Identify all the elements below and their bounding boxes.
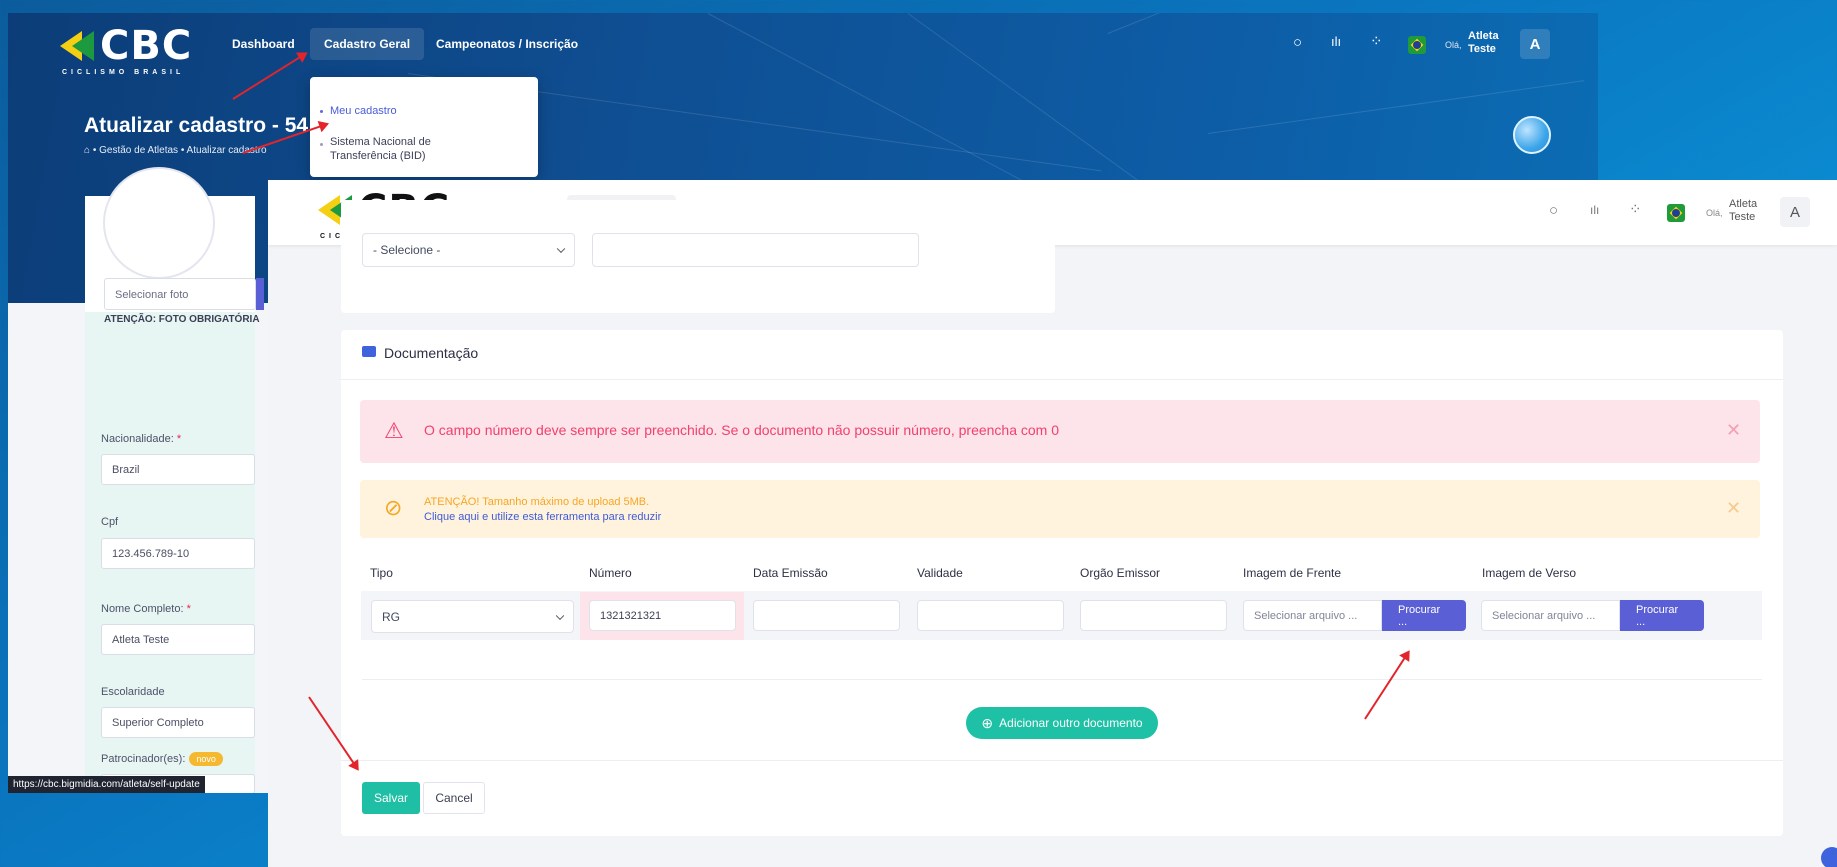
col-imagem-verso: Imagem de Verso [1482,566,1577,580]
col-data-emissao: Data Emissão [753,566,828,580]
nav-campeonatos[interactable]: Campeonatos / Inscrição [436,37,578,51]
chart-icon[interactable]: ılı [1590,203,1599,217]
select-dropdown[interactable]: - Selecione - [362,233,575,267]
select-photo-button[interactable] [256,278,264,310]
error-alert: ⚠ O campo número deve sempre ser preench… [360,400,1760,463]
col-orgao-emissor: Orgão Emissor [1080,566,1161,580]
orgao-emissor-input[interactable] [1080,600,1227,631]
apps-icon[interactable]: ⁘ [1370,32,1383,50]
cadastro-dropdown-menu: Meu cadastro Sistema Nacional de Transfe… [310,77,538,177]
brazil-flag-icon[interactable] [1667,204,1685,222]
brand-name: CBC [100,23,193,69]
user-avatar[interactable]: A [1520,29,1550,59]
select-photo-input[interactable]: Selecionar foto [104,278,256,310]
add-document-button[interactable]: ⊕ Adicionar outro documento [966,707,1158,739]
user-name[interactable]: Atleta Teste [1468,30,1499,56]
apps-icon[interactable]: ⁘ [1629,200,1642,218]
profile-photo-placeholder [103,167,215,279]
nome-completo-input[interactable]: Atleta Teste [101,624,255,655]
plus-circle-icon: ⊕ [981,714,994,731]
photo-required-warning: ATENÇÃO: FOTO OBRIGATÓRIA [104,314,260,325]
chart-icon[interactable]: ılı [1331,34,1341,49]
label-nacionalidade: Nacionalidade: * [101,433,182,445]
close-icon[interactable]: ✕ [1726,498,1741,519]
home-icon[interactable]: ⌂ [84,145,93,156]
ban-icon: ⊘ [384,495,403,520]
search-icon[interactable]: ○ [1549,202,1558,219]
label-patrocinadores: Patrocinador(es): novo [101,752,223,766]
page-title: Atualizar cadastro - 54 [84,114,309,137]
folder-icon [362,346,376,357]
imagem-verso-input[interactable]: Selecionar arquivo ... [1481,600,1620,631]
chat-widget-icon[interactable] [1821,847,1837,867]
data-emissao-input[interactable] [753,600,900,631]
nav-cadastro-geral[interactable]: Cadastro Geral [310,28,425,60]
col-validade: Validade [917,566,963,580]
label-cpf: Cpf [101,516,119,528]
brand-tagline: CICLISMO BRASIL [62,69,185,76]
user-greeting: Olá, [1445,40,1462,50]
chevron-down-icon [556,244,566,254]
label-escolaridade: Escolaridade [101,686,165,698]
upload-warning-text: ATENÇÃO! Tamanho máximo de upload 5MB. [424,496,650,508]
search-icon[interactable]: ○ [1293,34,1302,51]
chevron-down-icon [555,611,565,620]
status-url-tooltip: https://cbc.bigmidia.com/atleta/self-upd… [8,776,205,793]
warning-triangle-icon: ⚠ [384,418,404,443]
col-tipo: Tipo [370,566,393,580]
new-badge: novo [189,752,223,766]
numero-input[interactable]: 1321321321 [589,600,736,631]
col-numero: Número [589,566,632,580]
col-imagem-frente: Imagem de Frente [1243,566,1342,580]
imagem-verso-browse-button[interactable]: Procurar ... [1620,600,1704,631]
brand-chevron-icon [60,29,100,63]
breadcrumb: ⌂ • Gestão de Atletas • Atualizar cadast… [84,145,267,156]
text-input[interactable] [592,233,919,267]
validade-input[interactable] [917,600,1064,631]
error-alert-text: O campo número deve sempre ser preenchid… [424,422,1060,438]
nav-dashboard[interactable]: Dashboard [232,37,295,51]
save-button[interactable]: Salvar [362,782,420,814]
nacionalidade-input[interactable]: Brazil [101,454,255,485]
tipo-select[interactable]: RG [371,600,574,633]
label-nome-completo: Nome Completo: * [101,603,191,615]
brazil-flag-icon[interactable] [1408,36,1426,54]
globe-icon [1513,116,1551,154]
cpf-input[interactable]: 123.456.789-10 [101,538,255,569]
menu-item-meu-cadastro[interactable]: Meu cadastro [330,105,397,117]
user-greeting: Olá, [1706,208,1723,218]
cancel-button[interactable]: Cancel [423,782,485,814]
reduce-tool-link[interactable]: Clique aqui e utilize esta ferramenta pa… [424,511,661,523]
user-name[interactable]: Atleta Teste [1729,198,1757,224]
section-title: Documentação [384,345,479,361]
brand-logo[interactable]: CBC CICLISMO BRASIL [60,23,192,76]
close-icon[interactable]: ✕ [1726,420,1741,441]
upload-warning-alert: ⊘ ATENÇÃO! Tamanho máximo de upload 5MB.… [360,480,1760,538]
imagem-frente-input[interactable]: Selecionar arquivo ... [1243,600,1382,631]
menu-item-bid[interactable]: Sistema Nacional de Transferência (BID) [330,135,470,163]
escolaridade-select[interactable]: Superior Completo [101,707,255,738]
imagem-frente-browse-button[interactable]: Procurar ... [1382,600,1466,631]
user-avatar[interactable]: A [1780,197,1810,227]
